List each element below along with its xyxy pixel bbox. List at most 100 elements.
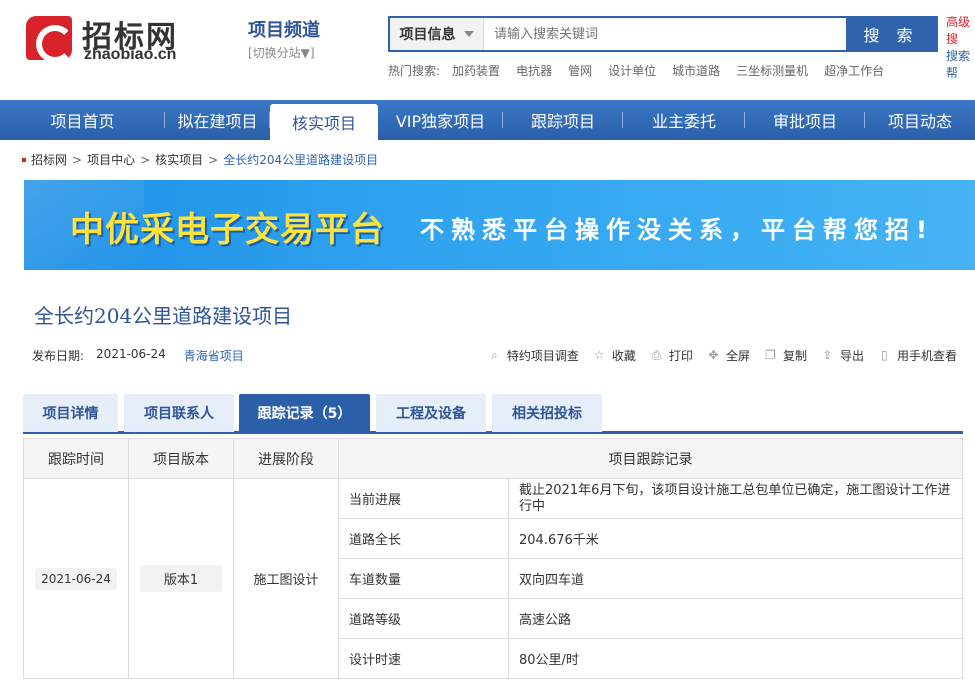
record-value: 204.676千米 <box>508 518 963 559</box>
hot-search-item[interactable]: 三坐标测量机 <box>736 62 808 79</box>
record-key: 道路等级 <box>338 598 509 639</box>
hot-search-item[interactable]: 超净工作台 <box>824 62 884 79</box>
record-value: 双向四车道 <box>508 558 963 599</box>
tool-label: 打印 <box>668 349 693 363</box>
tool-label: 导出 <box>839 349 864 363</box>
record-key: 道路全长 <box>338 518 509 559</box>
fullscreen-icon: ✥ <box>708 348 719 362</box>
nav-item-news[interactable]: 项目动态 <box>865 100 975 140</box>
search-bar: 项目信息 搜 索 <box>388 16 938 52</box>
tracking-table: 跟踪时间 项目版本 进展阶段 项目跟踪记录 2021-06-24 版本1 施工图… <box>23 438 963 679</box>
print-button[interactable]: ⎙ 打印 <box>650 347 693 364</box>
nav-item-home[interactable]: 项目首页 <box>0 100 165 140</box>
search-type-label: 项目信息 <box>399 27 456 43</box>
tab-tracking-records[interactable]: 跟踪记录（5） <box>239 394 370 432</box>
chevron-right-icon: > <box>72 152 83 167</box>
record-value: 80公里/时 <box>508 638 963 679</box>
breadcrumb-link[interactable]: 项目中心 <box>87 151 135 168</box>
tab-engineering-equipment[interactable]: 工程及设备 <box>376 394 486 432</box>
track-time-cell: 2021-06-24 <box>23 478 129 679</box>
nav-item-verified[interactable]: 核实项目 <box>270 104 378 140</box>
favorite-button[interactable]: ☆ 收藏 <box>593 347 636 364</box>
province-link[interactable]: 青海省项目 <box>184 347 244 364</box>
fullscreen-button[interactable]: ✥ 全屏 <box>707 347 750 364</box>
version-cell: 版本1 <box>128 478 234 679</box>
mobile-icon: ▯ <box>881 348 888 362</box>
copy-button[interactable]: ❐ 复制 <box>764 347 807 364</box>
record-value: 截止2021年6月下旬，该项目设计施工总包单位已确定，施工图设计工作进行中 <box>508 478 963 519</box>
column-header: 跟踪时间 <box>23 438 129 479</box>
bullet-icon <box>22 157 26 162</box>
copy-icon: ❐ <box>765 348 776 362</box>
search-icon: ⌕ <box>491 348 498 362</box>
breadcrumb-link[interactable]: 核实项目 <box>155 151 203 168</box>
site-header: 招标网 zhaobiao.cn 项目频道 [切换分站▼] 项目信息 搜 索 高级… <box>0 0 975 100</box>
export-button[interactable]: ⇪ 导出 <box>821 347 864 364</box>
hot-search-label: 热门搜索: <box>388 64 441 78</box>
hot-search-item[interactable]: 城市道路 <box>672 62 720 79</box>
record-key: 当前进展 <box>338 478 509 519</box>
banner-title: 中优采电子交易平台 <box>70 210 385 250</box>
stage-cell: 施工图设计 <box>233 478 339 679</box>
channel-title: 项目频道 <box>248 20 320 41</box>
site-logo[interactable]: 招标网 zhaobiao.cn <box>26 12 206 64</box>
column-header: 进展阶段 <box>233 438 339 479</box>
main-nav: 项目首页 拟在建项目 核实项目 VIP独家项目 跟踪项目 业主委托 审批项目 项… <box>0 100 975 140</box>
nav-item-planned[interactable]: 拟在建项目 <box>165 100 270 140</box>
search-type-select[interactable]: 项目信息 <box>390 18 484 50</box>
tool-label: 收藏 <box>611 349 636 363</box>
track-time: 2021-06-24 <box>35 567 117 590</box>
search-help-link[interactable]: 搜索帮 <box>946 48 975 82</box>
chevron-right-icon: > <box>208 152 219 167</box>
hot-search-item[interactable]: 加药装置 <box>452 62 500 79</box>
detail-tabs: 项目详情 项目联系人 跟踪记录（5） 工程及设备 相关招投标 <box>23 394 963 434</box>
logo-mark-icon <box>26 16 74 63</box>
star-icon: ☆ <box>594 348 605 362</box>
tool-label: 复制 <box>782 349 807 363</box>
column-header: 项目跟踪记录 <box>338 438 963 479</box>
column-header: 项目版本 <box>128 438 234 479</box>
search-button[interactable]: 搜 索 <box>846 18 936 50</box>
export-icon: ⇪ <box>822 348 833 362</box>
record-value: 高速公路 <box>508 598 963 639</box>
search-input[interactable] <box>484 18 846 50</box>
tool-label: 全屏 <box>725 349 750 363</box>
advanced-search-links: 高级搜 搜索帮 <box>946 14 975 82</box>
channel-block: 项目频道 [切换分站▼] <box>248 16 320 61</box>
table-row: 2021-06-24 版本1 施工图设计 当前进展 截止2021年6月下旬，该项… <box>23 478 963 679</box>
publish-date-label: 发布日期: <box>32 349 85 363</box>
version-badge: 版本1 <box>139 565 223 592</box>
nav-item-tracking[interactable]: 跟踪项目 <box>503 100 623 140</box>
special-survey-button[interactable]: ⌕ 特约项目调查 <box>488 347 579 364</box>
toolbar: ⌕ 特约项目调查 ☆ 收藏 ⎙ 打印 ✥ 全屏 ❐ 复制 ⇪ 导出 ▯ 用手机查看 <box>488 347 957 364</box>
publish-date: 2021-06-24 <box>96 347 166 361</box>
chevron-right-icon: > <box>140 152 151 167</box>
table-header-row: 跟踪时间 项目版本 进展阶段 项目跟踪记录 <box>23 438 963 479</box>
hot-search-item[interactable]: 管网 <box>568 62 592 79</box>
record-key: 车道数量 <box>338 558 509 599</box>
hot-search-item[interactable]: 设计单位 <box>608 62 656 79</box>
mobile-view-button[interactable]: ▯ 用手机查看 <box>878 347 957 364</box>
switch-branch-link[interactable]: [切换分站▼] <box>248 44 320 61</box>
publish-meta: 发布日期: 2021-06-24 青海省项目 <box>32 347 244 364</box>
breadcrumb: 招标网 > 项目中心 > 核实项目 > 全长约204公里道路建设项目 <box>22 151 378 168</box>
hot-search-item[interactable]: 电抗器 <box>516 62 552 79</box>
breadcrumb-link[interactable]: 招标网 <box>31 151 67 168</box>
logo-text-en: zhaobiao.cn <box>84 46 177 63</box>
nav-item-approval[interactable]: 审批项目 <box>745 100 865 140</box>
caret-down-icon <box>463 31 474 37</box>
record-key: 设计时速 <box>338 638 509 679</box>
page-title: 全长约204公里道路建设项目 <box>34 304 293 328</box>
nav-item-owner[interactable]: 业主委托 <box>623 100 745 140</box>
nav-item-vip[interactable]: VIP独家项目 <box>378 100 503 140</box>
tab-project-detail[interactable]: 项目详情 <box>23 394 118 432</box>
printer-icon: ⎙ <box>651 348 662 362</box>
tab-project-contacts[interactable]: 项目联系人 <box>124 394 234 432</box>
tool-label: 用手机查看 <box>896 349 957 363</box>
banner-subtitle: 不熟悉平台操作没关系，平台帮您招! <box>420 216 934 244</box>
breadcrumb-current: 全长约204公里道路建设项目 <box>223 153 379 167</box>
tab-related-bids[interactable]: 相关招投标 <box>492 394 602 432</box>
hot-search-bar: 热门搜索: 加药装置 电抗器 管网 设计单位 城市道路 三坐标测量机 超净工作台 <box>388 62 892 79</box>
ad-banner[interactable]: 中优采电子交易平台 不熟悉平台操作没关系，平台帮您招! <box>24 180 975 270</box>
advanced-search-link[interactable]: 高级搜 <box>946 14 975 48</box>
